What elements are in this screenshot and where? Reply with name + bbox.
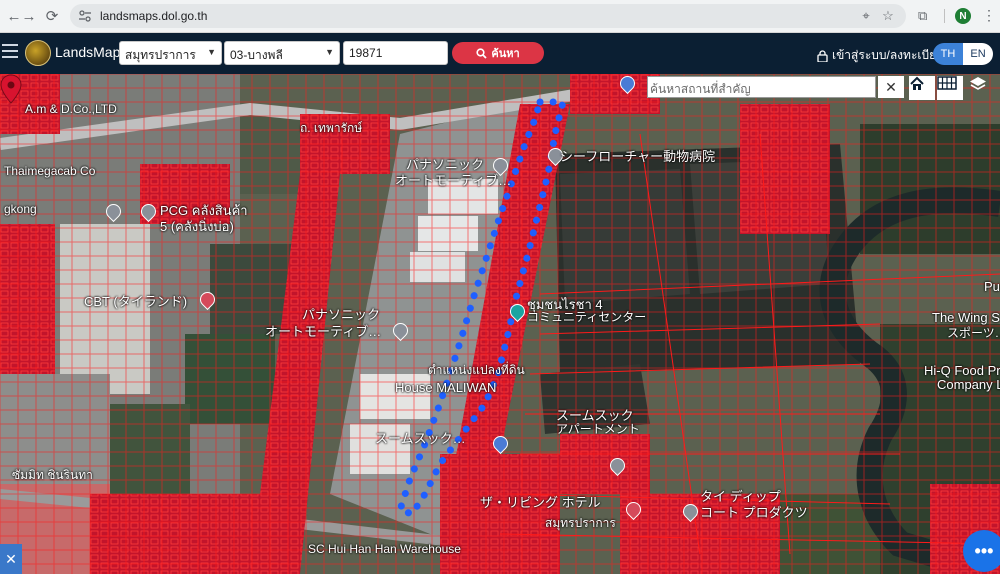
- map-label: Pu: [984, 279, 1000, 294]
- site-settings-icon[interactable]: [78, 9, 92, 23]
- map-label: CBT (タイランド): [84, 294, 188, 309]
- district-select-value: 03-บางพลี: [230, 48, 283, 62]
- province-select-value: สมุทรปราการ: [125, 48, 196, 62]
- app-header: LandsMaps สมุทรปราการ ▼ 03-บางพลี ▼ 1987…: [0, 33, 1000, 74]
- home-button[interactable]: [909, 76, 935, 100]
- map-label: スームスック…: [375, 431, 466, 446]
- grid-icon: [937, 76, 957, 90]
- layers-button[interactable]: [969, 76, 995, 100]
- map-label: The Wing S: [932, 310, 1000, 325]
- map-canvas[interactable]: A.m & D.Co.,LTD Thaimegacab Co gkong PCG…: [0, 74, 1000, 574]
- map-label: コート プロダクツ: [700, 505, 808, 520]
- map-label: 5 (คลังนิ่งบ่อ): [160, 219, 234, 234]
- measure-tool-button[interactable]: ✕: [0, 544, 22, 574]
- login-label: เข้าสู่ระบบ/ลงทะเบียน: [832, 48, 945, 62]
- search-button-label: ค้นหา: [491, 48, 520, 60]
- location-icon[interactable]: ⌖: [858, 8, 874, 24]
- place-search-input[interactable]: ค้นหาสถานที่สำคัญ: [647, 76, 876, 98]
- language-switch: TH EN: [933, 43, 993, 65]
- map-label: สมุทรปราการ: [545, 516, 616, 530]
- map-label: House MALIWAN: [395, 380, 497, 395]
- chevron-down-icon: ▼: [207, 47, 216, 57]
- browser-toolbar: ← → ⟳ landsmaps.dol.go.th ⌖ ☆ ⧉ N ⋮: [0, 0, 1000, 33]
- district-select[interactable]: 03-บางพลี ▼: [224, 41, 340, 65]
- map-label: オートモーティブ…: [395, 173, 512, 188]
- map-label: gkong: [4, 202, 37, 216]
- measure-icon: ✕: [5, 550, 17, 567]
- login-link[interactable]: เข้าสู่ระบบ/ลงทะเบียน: [817, 46, 944, 65]
- map-label: ザ・リビング ホテル: [480, 495, 601, 510]
- lang-th-button[interactable]: TH: [933, 43, 963, 65]
- address-bar[interactable]: landsmaps.dol.go.th ⌖ ☆: [70, 4, 906, 28]
- parcel-number-input[interactable]: 19871: [343, 41, 448, 65]
- home-icon: [910, 76, 924, 90]
- map-label: オートモーティブ…: [265, 324, 382, 339]
- parcel-location-label: ตำแหน่งแปลงที่ดิน: [428, 363, 525, 377]
- search-button[interactable]: ค้นหา: [452, 42, 544, 64]
- map-label: Hi-Q Food Pr: [924, 363, 1000, 378]
- toolbar-divider: [944, 9, 945, 23]
- url-text: landsmaps.dol.go.th: [100, 9, 208, 23]
- clear-search-button[interactable]: ✕: [878, 76, 904, 98]
- map-label: A.m & D.Co.,LTD: [25, 102, 117, 116]
- forward-icon[interactable]: →: [19, 6, 39, 26]
- search-icon: [476, 47, 487, 59]
- map-label: アパートメント: [556, 422, 640, 436]
- extensions-icon[interactable]: ⧉: [918, 8, 934, 24]
- road-label: ถ. เทพารักษ์: [300, 121, 363, 135]
- map-label: ซัมมิท ชินรินทา: [12, 468, 93, 482]
- profile-avatar[interactable]: N: [955, 8, 971, 24]
- brand-name: LandsMaps: [55, 44, 128, 60]
- map-label: Company L: [937, 377, 1000, 392]
- layers-icon: [970, 77, 986, 90]
- parcel-marker-icon[interactable]: [0, 74, 22, 104]
- more-options-button[interactable]: •••: [963, 530, 1000, 572]
- map-label: シーフローチャー動物病院: [560, 149, 716, 164]
- department-logo: [25, 40, 51, 66]
- map-label: スポーツ…: [947, 326, 1000, 340]
- lang-en-button[interactable]: EN: [963, 43, 993, 65]
- menu-icon[interactable]: [2, 44, 18, 60]
- lock-icon: [817, 49, 828, 62]
- grid-button[interactable]: [937, 76, 963, 100]
- map-label: SC Hui Han Han Warehouse: [308, 542, 461, 556]
- browser-menu-icon[interactable]: ⋮: [982, 7, 996, 24]
- reload-icon[interactable]: ⟳: [42, 6, 62, 26]
- province-select[interactable]: สมุทรปราการ ▼: [119, 41, 222, 65]
- chevron-down-icon: ▼: [325, 47, 334, 57]
- map-label: Thaimegacab Co: [4, 164, 96, 178]
- bookmark-star-icon[interactable]: ☆: [880, 8, 896, 24]
- map-label: コミュニティセンター: [527, 310, 647, 324]
